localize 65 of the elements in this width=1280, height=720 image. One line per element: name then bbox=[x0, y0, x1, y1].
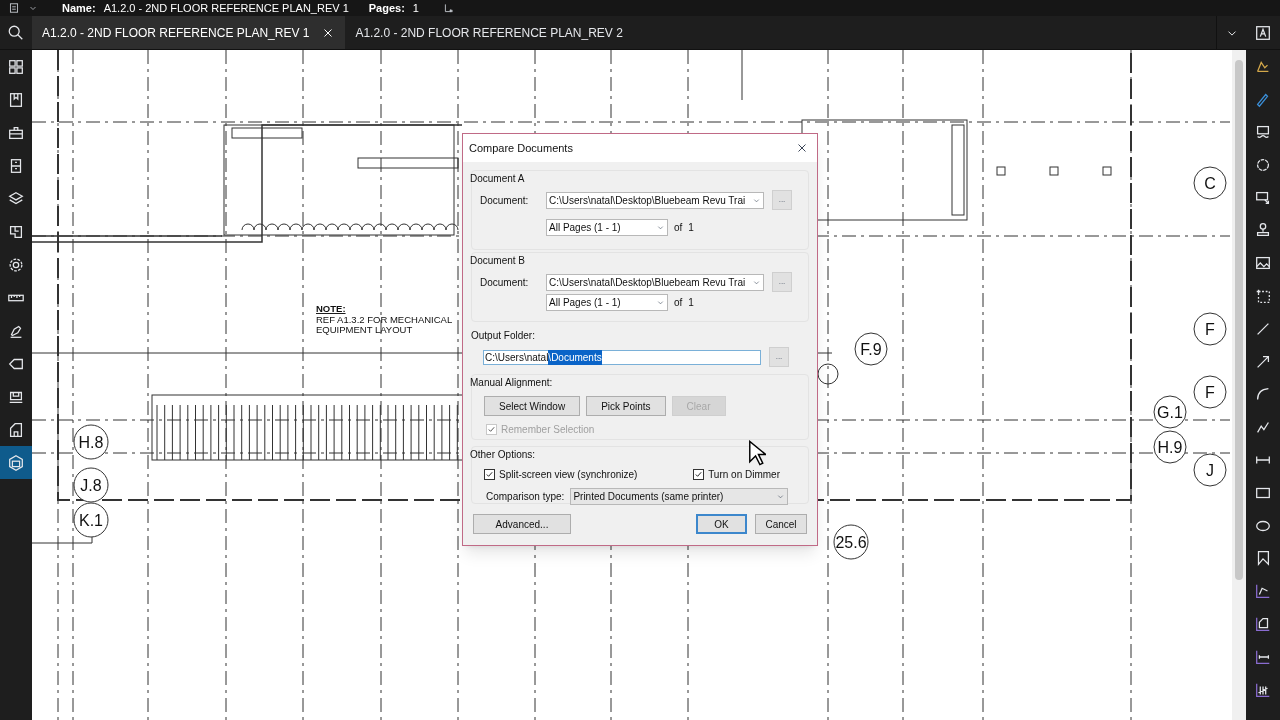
cube-icon bbox=[7, 453, 25, 472]
check-icon bbox=[694, 470, 704, 479]
group-heading: Output Folder: bbox=[471, 329, 535, 343]
browse-button[interactable]: ... bbox=[772, 272, 792, 292]
text-box-icon[interactable] bbox=[1254, 23, 1272, 42]
field-label: Comparison type: bbox=[486, 490, 565, 504]
note-text: NOTE: REF A1.3.2 FOR MECHANICAL EQUIPMENT LAYOUT bbox=[316, 303, 453, 335]
grid-bubble: F.9 bbox=[854, 332, 888, 366]
caret-icon bbox=[776, 492, 786, 501]
search-icon[interactable] bbox=[7, 23, 25, 42]
group-heading: Document B bbox=[470, 254, 526, 268]
cursor-icon bbox=[748, 440, 766, 466]
check-icon bbox=[487, 425, 496, 434]
check-icon bbox=[485, 470, 494, 479]
bookmark-icon bbox=[7, 90, 25, 109]
ok-button[interactable]: OK bbox=[696, 514, 747, 534]
caret-icon bbox=[656, 298, 665, 307]
advanced-button[interactable]: Advanced... bbox=[473, 514, 571, 534]
document-tab[interactable]: A1.2.0 - 2ND FLOOR REFERENCE PLAN_REV 1 bbox=[32, 16, 346, 49]
alignment-button[interactable]: Select Window bbox=[484, 396, 581, 416]
grid-bubble: H.9 bbox=[1153, 430, 1187, 464]
name-label: Name: bbox=[62, 0, 96, 16]
scrollbar-thumb[interactable] bbox=[1235, 60, 1243, 580]
page-count: 1 bbox=[688, 296, 694, 310]
grid-bubble: G.1 bbox=[1153, 395, 1187, 429]
browse-button[interactable]: ... bbox=[769, 347, 789, 367]
page-range-dropdown[interactable]: All Pages (1 - 1) bbox=[546, 294, 668, 311]
grid-bubble: H.8 bbox=[73, 424, 109, 460]
page-count: 1 bbox=[412, 0, 419, 16]
checkbox[interactable]: Split-screen view (synchronize) bbox=[484, 467, 638, 482]
tab-label: A1.2.0 - 2ND FLOOR REFERENCE PLAN_REV 2 bbox=[355, 24, 623, 42]
grid-bubble: F bbox=[1193, 375, 1227, 409]
grid-bubble: C bbox=[1193, 166, 1227, 200]
page-count: 1 bbox=[688, 221, 694, 235]
callout-icon bbox=[1254, 123, 1272, 141]
checkbox[interactable]: Turn on Dimmer bbox=[693, 467, 780, 482]
tab-label: A1.2.0 - 2ND FLOOR REFERENCE PLAN_REV 1 bbox=[42, 24, 310, 42]
document-icon[interactable] bbox=[8, 2, 20, 14]
of-label: of bbox=[674, 296, 683, 310]
caret-icon bbox=[656, 223, 665, 232]
house-icon bbox=[7, 420, 25, 439]
add-page-icon[interactable] bbox=[442, 2, 455, 14]
document-name: A1.2.0 - 2ND FLOOR REFERENCE PLAN_REV 1 bbox=[103, 0, 349, 16]
dialog-title: Compare Documents bbox=[469, 140, 573, 156]
grid-bubble: F bbox=[1193, 312, 1227, 346]
document-path-dropdown[interactable]: C:\Users\natal\Desktop\Bluebeam Revu Trai bbox=[546, 273, 764, 291]
field-label: Document: bbox=[479, 275, 530, 290]
grid-bubble: 25.6 bbox=[833, 524, 869, 560]
measure-polyline-icon bbox=[1254, 582, 1272, 601]
cancel-button[interactable]: Cancel bbox=[755, 514, 807, 534]
alignment-button[interactable]: Pick Points bbox=[586, 396, 666, 416]
group-heading: Manual Alignment: bbox=[470, 376, 553, 390]
field-label: Document: bbox=[479, 193, 530, 208]
pages-label: Pages: bbox=[368, 0, 405, 16]
of-label: of bbox=[674, 221, 683, 235]
comparison-type-dropdown[interactable]: Printed Documents (same printer) bbox=[570, 488, 789, 505]
group-heading: Document A bbox=[470, 172, 525, 186]
grid-bubble: J bbox=[1193, 453, 1227, 487]
group-heading: Other Options: bbox=[470, 448, 536, 462]
grid-bubble: J.8 bbox=[73, 467, 109, 503]
browse-button[interactable]: ... bbox=[772, 190, 792, 210]
grid-bubble: K.1 bbox=[73, 502, 109, 538]
document-path-dropdown[interactable]: C:\Users\natal\Desktop\Bluebeam Revu Trai bbox=[546, 191, 764, 209]
thumbnails-icon bbox=[7, 57, 25, 76]
page-range-dropdown[interactable]: All Pages (1 - 1) bbox=[546, 219, 668, 236]
